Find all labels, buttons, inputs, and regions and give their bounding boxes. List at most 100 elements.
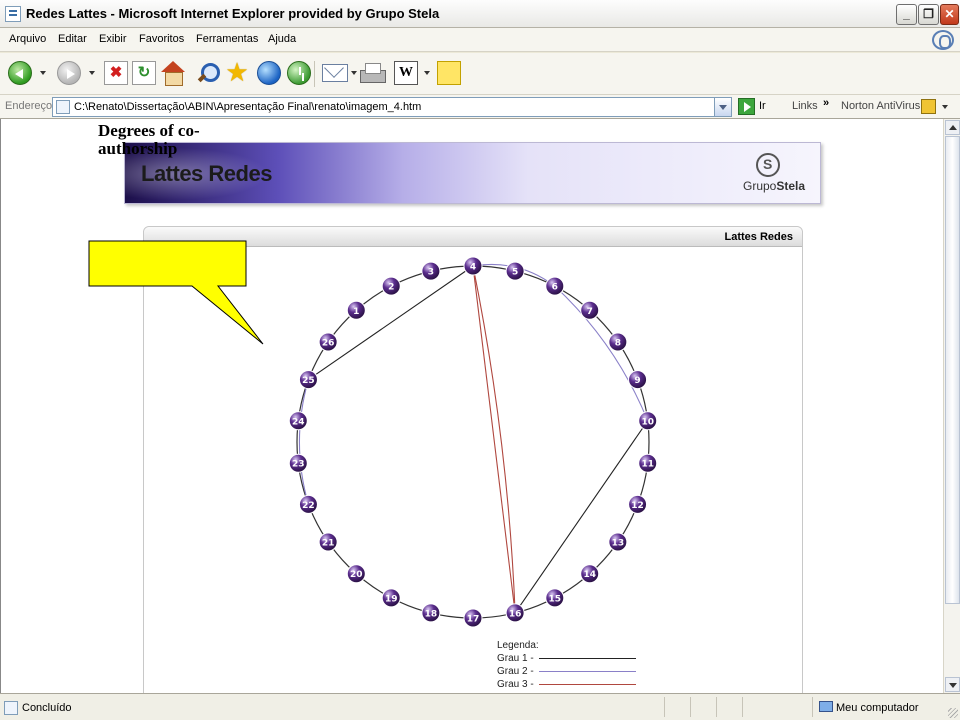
page-icon [56,100,70,114]
node-label: 12 [631,501,644,511]
go-button[interactable]: Ir [759,100,766,112]
status-divider [690,697,691,717]
stela-logo-icon [932,30,954,50]
standard-toolbar: ✖ ↻ ★ W [0,53,960,95]
title-bar: Redes Lattes - Microsoft Internet Explor… [0,0,960,28]
notes-icon[interactable] [437,61,461,85]
menu-editar[interactable]: Editar [58,33,87,45]
mail-dropdown-icon[interactable] [351,71,357,75]
node-label: 21 [322,538,335,548]
status-divider [716,697,717,717]
edge-4-16 [472,265,516,613]
node-label: 15 [549,594,562,604]
node-label: 5 [512,268,518,278]
norton-icon[interactable] [921,99,936,114]
toolbar-separator [314,61,315,87]
legend-item: Grau 1 - [497,652,636,665]
links-chevron-icon[interactable]: » [823,97,829,109]
close-button[interactable]: ✕ [940,4,959,25]
edit-word-icon[interactable]: W [394,61,418,85]
menu-favoritos[interactable]: Favoritos [139,33,184,45]
refresh-icon[interactable]: ↻ [132,61,156,85]
my-computer-icon [819,701,833,712]
node-label: 23 [292,460,305,470]
legend-label: Grau 2 - [497,666,534,677]
scroll-up-icon[interactable] [945,120,960,135]
status-divider [742,697,743,717]
links-label[interactable]: Links [792,100,818,112]
stop-icon[interactable]: ✖ [104,61,128,85]
node-label: 13 [612,538,625,548]
norton-dropdown-icon[interactable] [942,105,948,109]
print-icon[interactable] [359,61,386,85]
history-icon[interactable] [287,61,311,85]
coauthorship-network-graph: 1234567891011121314151617181920212223242… [288,256,658,628]
menu-ferramentas[interactable]: Ferramentas [196,33,258,45]
go-arrow-icon[interactable] [738,98,755,115]
node-label: 2 [388,283,394,293]
ie-page-icon [5,6,21,22]
back-icon[interactable] [8,61,32,85]
forward-dropdown-icon[interactable] [89,71,95,75]
node-label: 6 [552,283,558,293]
node-label: 10 [641,417,654,427]
legend-label: Grau 1 - [497,653,534,664]
search-icon[interactable] [195,61,220,85]
edge-25-22 [298,379,309,505]
node-label: 11 [641,460,654,470]
address-dropdown-icon[interactable] [714,98,731,116]
node-label: 14 [583,570,596,580]
node-label: 24 [292,417,305,427]
resize-grip[interactable] [948,708,958,718]
legend-line-grau1 [539,658,636,659]
node-label: 20 [350,570,363,580]
node-label: 9 [634,376,640,386]
edge-10-16 [514,420,649,614]
status-text: Concluído [22,702,72,714]
media-icon[interactable] [257,61,281,85]
address-label: Endereço [5,100,53,112]
minimize-button[interactable]: _ [896,4,917,25]
node-label: 7 [587,307,593,317]
node-label: 8 [615,339,621,349]
node-label: 18 [425,609,438,619]
node-label: 22 [302,501,315,511]
network-ring [296,265,650,619]
node-label: 19 [385,594,398,604]
node-label: 26 [322,339,335,349]
home-icon[interactable] [160,61,186,86]
norton-antivirus-button[interactable]: Norton AntiVirus [841,100,920,112]
forward-icon[interactable] [57,61,81,85]
legend-line-grau2 [539,671,636,672]
favorites-icon[interactable]: ★ [225,59,249,85]
vertical-scrollbar[interactable] [943,119,960,693]
maximize-button[interactable]: ❐ [918,4,939,25]
legend-label: Grau 3 - [497,679,534,690]
callout-text: Degrees of co-authorship [98,121,200,158]
menu-arquivo[interactable]: Arquivo [9,33,46,45]
back-dropdown-icon[interactable] [40,71,46,75]
node-label: 16 [509,609,522,619]
menu-ajuda[interactable]: Ajuda [268,33,296,45]
legend-line-grau3 [539,684,636,685]
node-label: 25 [302,376,315,386]
address-bar: Endereço C:\Renato\Dissertação\ABIN\Apre… [0,95,960,119]
node-label: 3 [428,268,434,278]
address-input[interactable]: C:\Renato\Dissertação\ABIN\Apresentação … [52,97,732,117]
edit-dropdown-icon[interactable] [424,71,430,75]
page-content: Lattes Redes GrupoStela Lattes Redes 123… [0,119,943,693]
legend-item: Grau 2 - [497,665,636,678]
scroll-down-icon[interactable] [945,677,960,692]
address-url[interactable]: C:\Renato\Dissertação\ABIN\Apresentação … [74,101,421,113]
menu-exibir[interactable]: Exibir [99,33,127,45]
scroll-thumb[interactable] [945,136,960,604]
graph-legend: Legenda: Grau 1 - Grau 2 - Grau 3 - [497,639,636,691]
page-done-icon [4,701,18,715]
node-label: 1 [353,307,359,317]
edge-6-10 [554,285,649,421]
status-divider [812,697,813,717]
mail-icon[interactable] [322,64,348,82]
node-label: 4 [470,263,476,273]
legend-item: Grau 3 - [497,678,636,691]
security-zone: Meu computador [836,702,919,714]
